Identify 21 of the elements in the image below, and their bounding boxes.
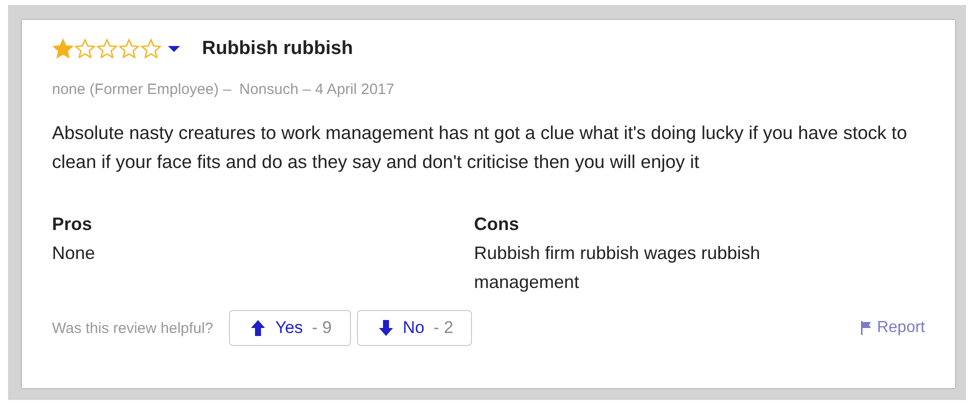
up-arrow-icon (250, 319, 266, 337)
section-text: None (52, 242, 96, 265)
section-heading: Cons (474, 213, 520, 236)
down-arrow-icon (378, 319, 394, 337)
review-title: Rubbish rubbish (202, 38, 353, 60)
star-icon (96, 38, 118, 60)
star-icon (118, 38, 140, 60)
report-link[interactable]: Report (860, 319, 925, 337)
section-heading: Pros (52, 213, 94, 236)
section-text: Rubbish firm rubbish wages rubbish management (474, 242, 762, 294)
star-icon (140, 38, 162, 60)
star-icon (52, 38, 74, 60)
flag-icon (860, 321, 872, 335)
helpful-question: Was this review helpful? (52, 320, 214, 336)
yes-button[interactable]: Yes - 9 (229, 310, 351, 346)
review-meta: none (Former Employee) – (52, 81, 232, 98)
no-button[interactable]: No - 2 (356, 310, 472, 346)
caret-icon[interactable] (168, 45, 180, 53)
review-meta: Nonsuch – 4 April 2017 (239, 81, 394, 98)
star-icon (74, 38, 96, 60)
review-text: Absolute nasty creatures to work management has nt got a clue what it's doing lucky if you have stock to clean if your face fits and do as they say and don't criticise then you will enjoy it (52, 121, 908, 174)
